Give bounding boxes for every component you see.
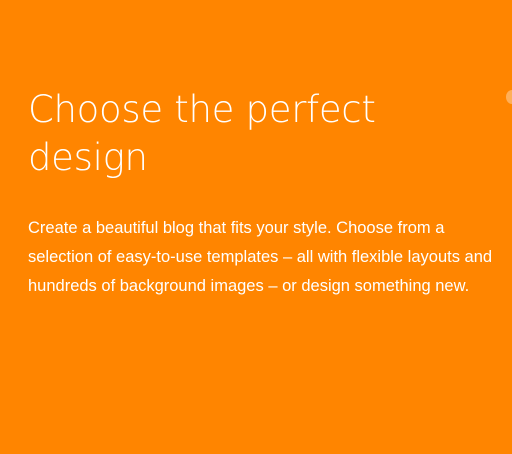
partial-edge-element	[506, 90, 512, 104]
feature-description: Create a beautiful blog that fits your s…	[28, 219, 493, 295]
feature-content: Choose the perfect design Create a beaut…	[28, 86, 498, 301]
feature-headline: Choose the perfect design	[28, 88, 376, 179]
feature-panel: Choose the perfect design Create a beaut…	[0, 0, 512, 454]
